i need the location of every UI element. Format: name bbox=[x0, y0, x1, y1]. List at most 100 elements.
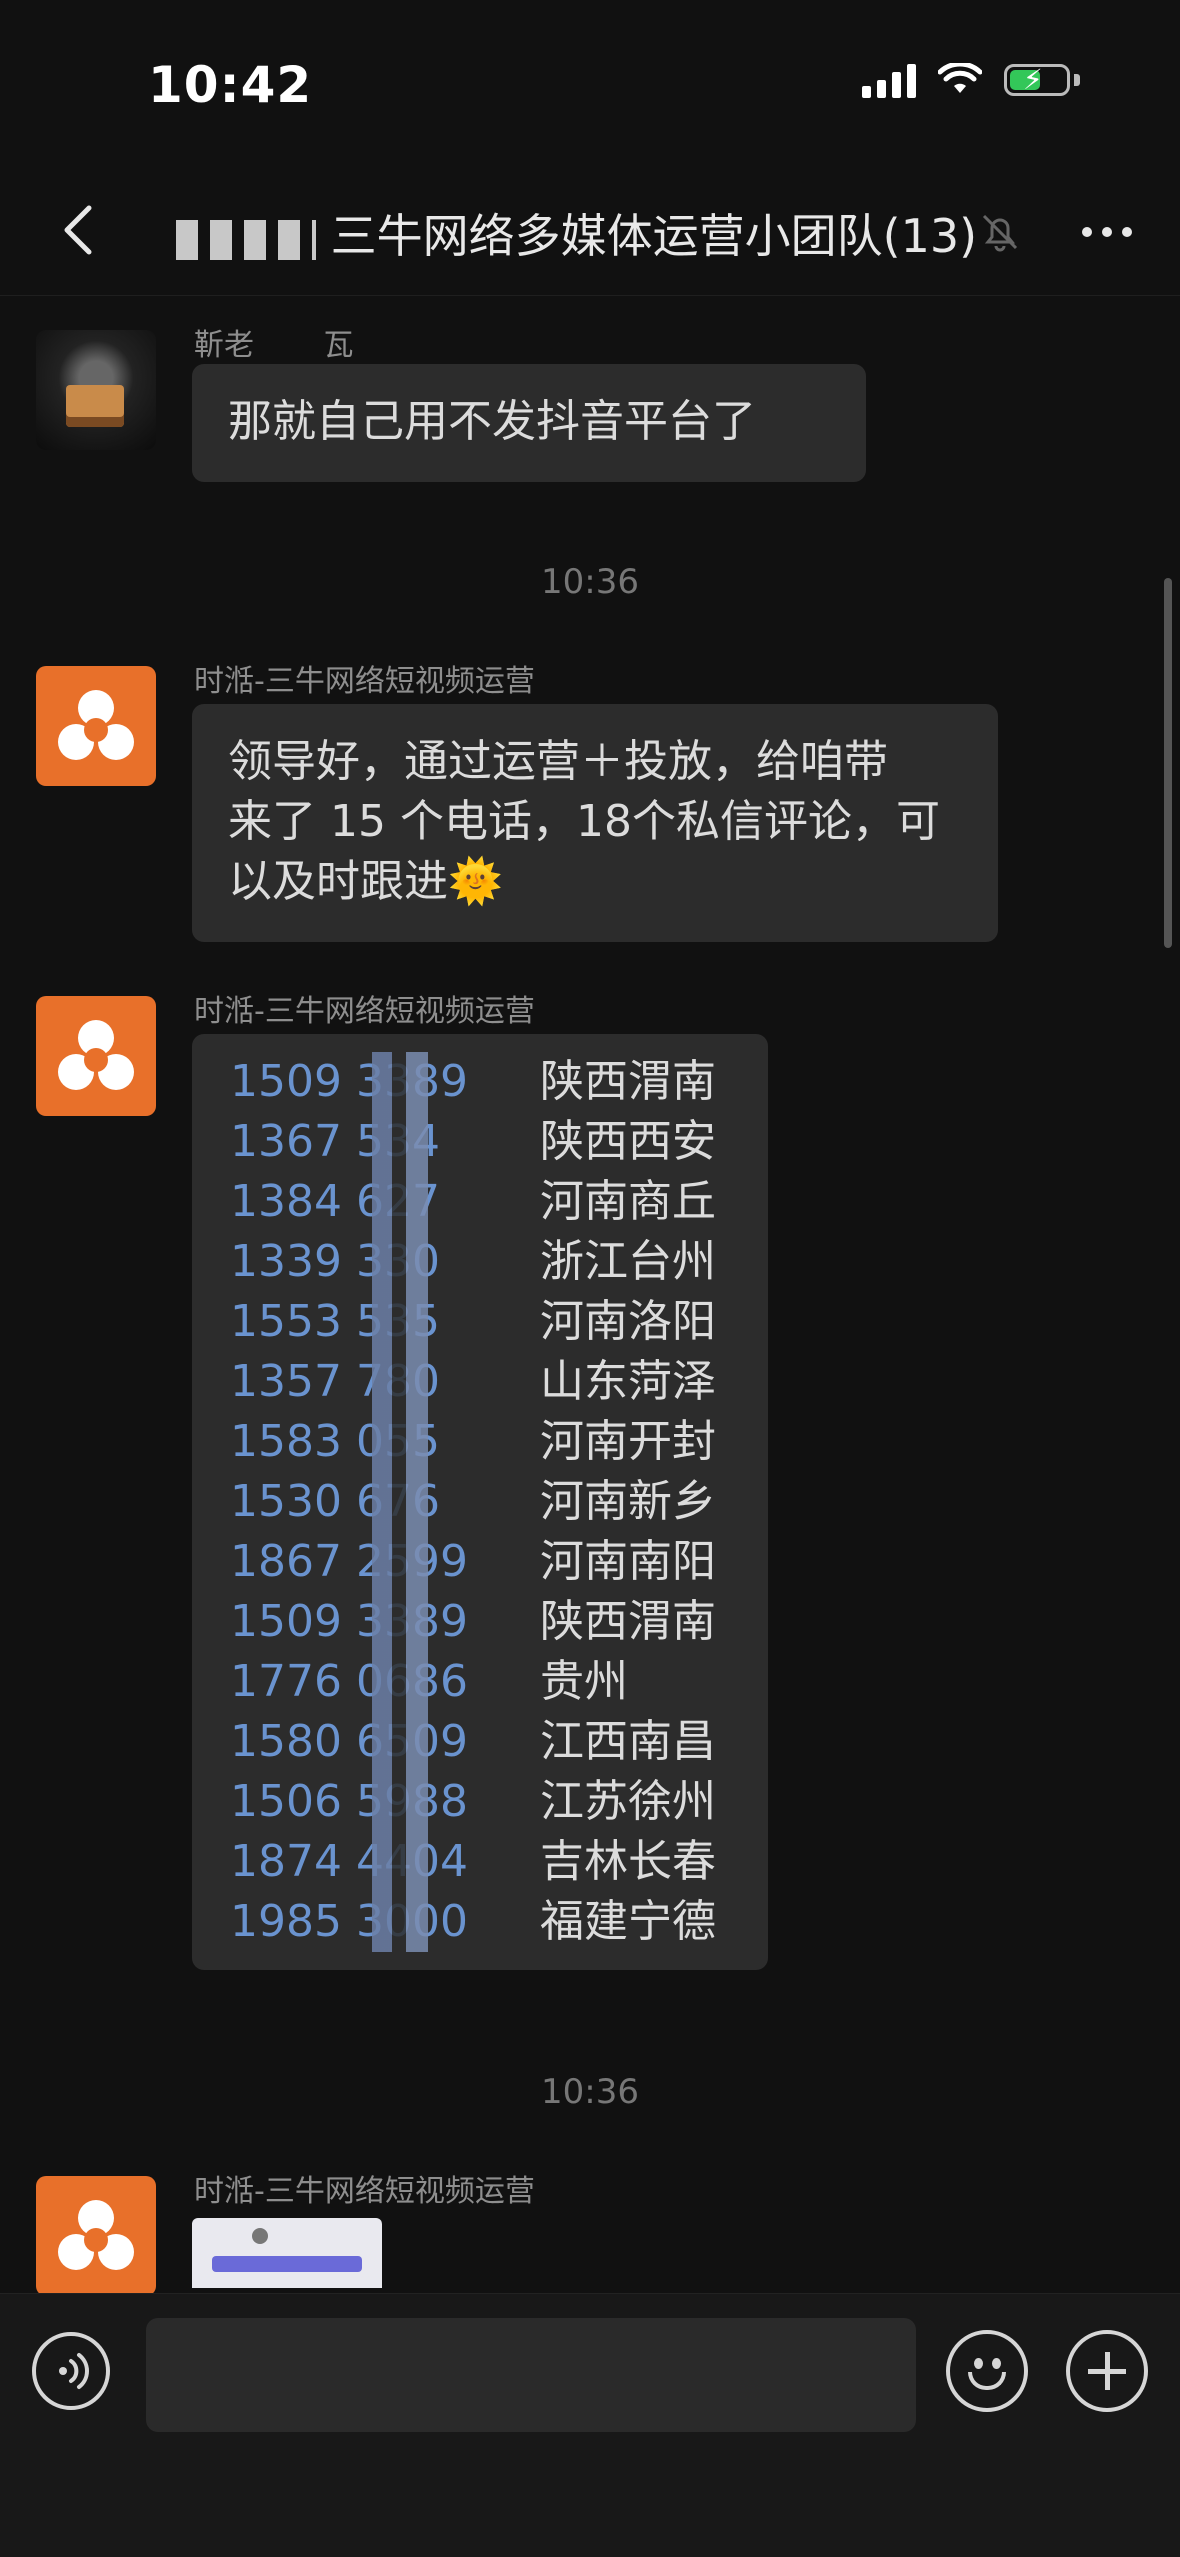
phone-location: 山东菏泽 bbox=[540, 1356, 716, 1407]
phone-number[interactable]: 1580 6509 bbox=[230, 1712, 540, 1772]
phone-entry: 1384 627 河南商丘 bbox=[230, 1172, 730, 1232]
phone-number[interactable]: 1583 055 bbox=[230, 1412, 540, 1472]
phone-entry: 1867 2599 河南南阳 bbox=[230, 1532, 730, 1592]
redacted-title-prefix bbox=[176, 219, 316, 260]
phone-entry: 1506 5988 江苏徐州 bbox=[230, 1772, 730, 1832]
phone-entry: 1357 780 山东菏泽 bbox=[230, 1352, 730, 1412]
phone-number[interactable]: 1509 3389 bbox=[230, 1052, 540, 1112]
message-bubble[interactable]: 那就自己用不发抖音平台了 bbox=[192, 364, 866, 482]
company-logo-icon bbox=[58, 1020, 134, 1090]
redaction-mosaic bbox=[362, 1412, 450, 1472]
phone-number[interactable]: 1530 676 bbox=[230, 1472, 540, 1532]
cellular-signal-icon bbox=[862, 62, 916, 98]
redaction-mosaic bbox=[362, 1712, 450, 1772]
phone-entry: 1874 4404 吉林长春 bbox=[230, 1832, 730, 1892]
phone-location: 陕西渭南 bbox=[540, 1056, 716, 1107]
scrollbar[interactable] bbox=[1164, 578, 1172, 948]
plus-button[interactable] bbox=[1066, 2330, 1148, 2412]
emoji-button[interactable] bbox=[946, 2330, 1028, 2412]
phone-number[interactable]: 1367 534 bbox=[230, 1112, 540, 1172]
redaction-mosaic bbox=[362, 1472, 450, 1532]
message-text-line: 来了 15 个电话，18个私信评论，可 bbox=[228, 796, 940, 847]
phone-entry: 1339 330 浙江台州 bbox=[230, 1232, 730, 1292]
phone-entry: 1367 534 陕西西安 bbox=[230, 1112, 730, 1172]
redaction-mosaic bbox=[362, 1112, 450, 1172]
back-button[interactable] bbox=[48, 200, 108, 260]
phone-location: 河南商丘 bbox=[540, 1176, 716, 1227]
voice-button[interactable] bbox=[32, 2332, 110, 2410]
redaction-mosaic bbox=[362, 1532, 450, 1592]
status-icons: ⚡ bbox=[862, 62, 1080, 98]
redaction-mosaic bbox=[362, 1232, 450, 1292]
chat-title[interactable]: 三牛网络多媒体运营小团队(13) bbox=[176, 200, 977, 266]
phone-entry: 1553 535 河南洛阳 bbox=[230, 1292, 730, 1352]
voice-icon bbox=[59, 2353, 89, 2389]
phone-number[interactable]: 1985 3000 bbox=[230, 1892, 540, 1952]
avatar[interactable] bbox=[36, 330, 156, 450]
redaction-mosaic bbox=[362, 1652, 450, 1712]
sender-name: 时湉-三牛网络短视频运营 bbox=[194, 664, 535, 699]
phone-location: 吉林长春 bbox=[540, 1836, 716, 1887]
message-text-line: 以及时跟进🌞 bbox=[228, 856, 503, 907]
phone-number[interactable]: 1553 535 bbox=[230, 1292, 540, 1352]
chat-nav-bar: 三牛网络多媒体运营小团队(13) bbox=[0, 170, 1180, 296]
phone-number[interactable]: 1506 5988 bbox=[230, 1772, 540, 1832]
sender-name: 时湉-三牛网络短视频运营 bbox=[194, 2174, 535, 2209]
phone-list: 1509 3389 陕西渭南 1367 534 陕西西安 1384 627 河南商丘 133… bbox=[192, 1034, 768, 1970]
redaction-mosaic bbox=[362, 1172, 450, 1232]
avatar[interactable] bbox=[36, 666, 156, 786]
phone-location: 贵州 bbox=[540, 1656, 628, 1707]
sender-name: 靳老 瓦 bbox=[194, 328, 354, 363]
wifi-icon bbox=[938, 63, 982, 93]
phone-number[interactable]: 1874 4404 bbox=[230, 1832, 540, 1892]
phone-number[interactable]: 1867 2599 bbox=[230, 1532, 540, 1592]
avatar[interactable] bbox=[36, 2176, 156, 2296]
timestamp: 10:36 bbox=[541, 562, 639, 602]
message-input[interactable] bbox=[146, 2318, 916, 2432]
company-logo-icon bbox=[58, 2200, 134, 2270]
redaction-mosaic bbox=[362, 1352, 450, 1412]
phone-entry: 1530 676 河南新乡 bbox=[230, 1472, 730, 1532]
sender-name: 时湉-三牛网络短视频运营 bbox=[194, 994, 535, 1029]
chevron-left-icon bbox=[64, 205, 92, 255]
status-bar: 10:42 ⚡ bbox=[0, 0, 1180, 170]
battery-tip bbox=[1074, 74, 1080, 86]
phone-number[interactable]: 1509 3389 bbox=[230, 1592, 540, 1652]
message-bubble[interactable]: 领导好，通过运营＋投放，给咱带 来了 15 个电话，18个私信评论，可 以及时跟… bbox=[192, 704, 998, 942]
phone-location: 江西南昌 bbox=[540, 1716, 716, 1767]
phone-location: 浙江台州 bbox=[540, 1236, 716, 1287]
phone-entry: 1985 3000 福建宁德 bbox=[230, 1892, 730, 1952]
message-text-line: 领导好，通过运营＋投放，给咱带 bbox=[228, 736, 888, 787]
phone-location: 河南洛阳 bbox=[540, 1296, 716, 1347]
redaction-mosaic bbox=[362, 1832, 450, 1892]
phone-entry: 1580 6509 江西南昌 bbox=[230, 1712, 730, 1772]
input-bar bbox=[0, 2293, 1180, 2557]
phone-location: 河南南阳 bbox=[540, 1536, 716, 1587]
message-bubble[interactable]: 1509 3389 陕西渭南 1367 534 陕西西安 1384 627 河南商丘 133… bbox=[192, 1034, 768, 1970]
phone-entry: 1776 0686 贵州 bbox=[230, 1652, 730, 1712]
redaction-mosaic bbox=[362, 1052, 450, 1112]
redaction-mosaic bbox=[362, 1892, 450, 1952]
phone-location: 福建宁德 bbox=[540, 1896, 716, 1947]
redaction-mosaic bbox=[362, 1292, 450, 1352]
company-logo-icon bbox=[58, 690, 134, 760]
phone-location: 河南新乡 bbox=[540, 1476, 716, 1527]
phone-entry: 1509 3389 陕西渭南 bbox=[230, 1052, 730, 1112]
ellipsis-icon bbox=[1082, 227, 1092, 237]
bell-slash-icon bbox=[978, 210, 1022, 254]
message-text: 那就自己用不发抖音平台了 bbox=[228, 396, 756, 447]
emoji-icon bbox=[974, 2358, 983, 2369]
redaction-mosaic bbox=[362, 1592, 450, 1652]
phone-location: 河南开封 bbox=[540, 1416, 716, 1467]
redaction-mosaic bbox=[362, 1772, 450, 1832]
timestamp: 10:36 bbox=[541, 2072, 639, 2112]
status-time: 10:42 bbox=[148, 56, 313, 114]
phone-number[interactable]: 1384 627 bbox=[230, 1172, 540, 1232]
image-message-thumbnail[interactable] bbox=[192, 2218, 382, 2288]
avatar[interactable] bbox=[36, 996, 156, 1116]
phone-number[interactable]: 1776 0686 bbox=[230, 1652, 540, 1712]
more-options-button[interactable] bbox=[1082, 204, 1132, 260]
phone-number[interactable]: 1357 780 bbox=[230, 1352, 540, 1412]
phone-number[interactable]: 1339 330 bbox=[230, 1232, 540, 1292]
phone-location: 陕西西安 bbox=[540, 1116, 716, 1167]
